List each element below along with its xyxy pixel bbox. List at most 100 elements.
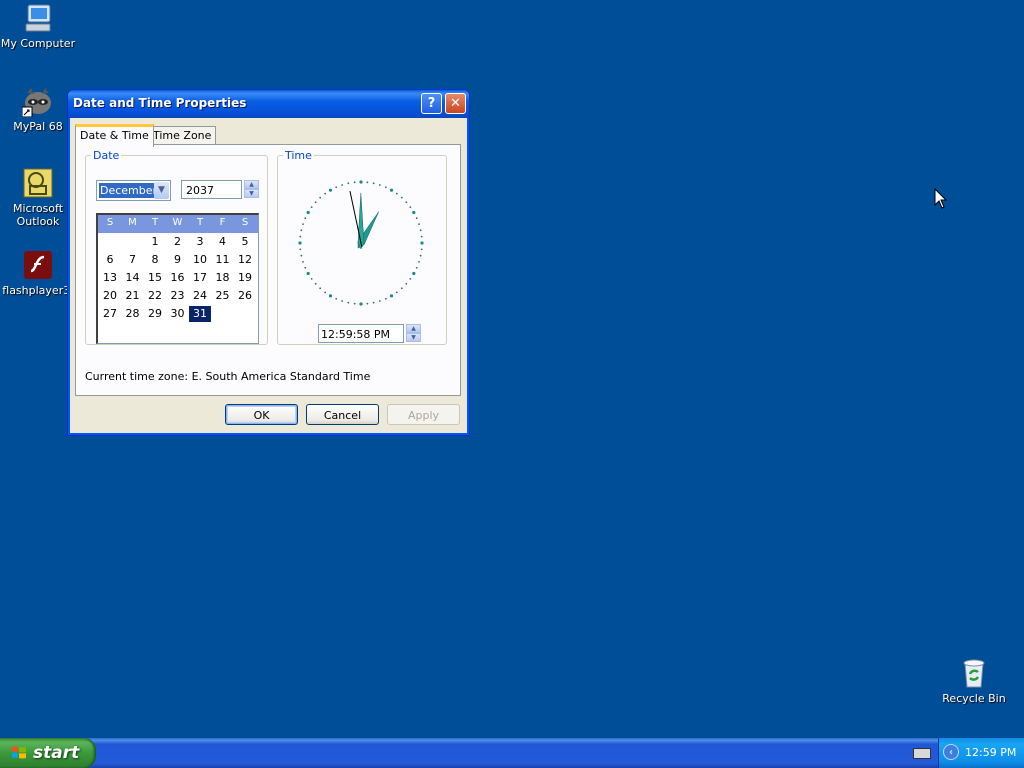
show-hidden-icons-icon[interactable]: ‹ — [943, 744, 959, 760]
keyboard-icon[interactable] — [913, 748, 931, 759]
analog-clock — [298, 180, 424, 306]
calendar-day[interactable]: 22 — [144, 288, 166, 304]
clock-minute-mark — [366, 302, 369, 305]
clock-minute-mark — [304, 266, 307, 269]
close-button[interactable]: ✕ — [445, 93, 466, 114]
calendar-day[interactable]: 5 — [234, 234, 256, 250]
clock-minute-mark — [319, 287, 322, 290]
clock-minute-mark — [395, 192, 398, 195]
year-spinner[interactable]: ▲ ▼ — [244, 180, 259, 199]
recycle-bin-icon — [958, 657, 990, 689]
desktop-icon-mypal[interactable]: MyPal 68 — [0, 85, 76, 133]
clock-minute-mark — [415, 217, 418, 220]
spin-down-icon[interactable]: ▼ — [244, 189, 259, 198]
clock-minute-mark — [405, 282, 408, 285]
calendar-day[interactable]: 1 — [144, 234, 166, 250]
calendar-day[interactable]: 8 — [144, 252, 166, 268]
apply-button[interactable]: Apply — [387, 404, 460, 425]
help-button[interactable]: ? — [421, 93, 442, 114]
calendar-day[interactable]: 11 — [212, 252, 234, 268]
desktop-icon-my-computer[interactable]: My Computer — [0, 2, 76, 50]
clock-hour-mark — [306, 210, 310, 215]
title-bar[interactable]: Date and Time Properties ? ✕ — [68, 90, 469, 118]
month-dropdown[interactable]: December ▼ — [96, 180, 171, 201]
weekday-header: F — [219, 217, 226, 228]
clock-minute-mark — [314, 282, 317, 285]
weekday-header: M — [128, 217, 137, 228]
calendar-day[interactable]: 19 — [234, 270, 256, 286]
start-button[interactable]: start — [0, 738, 96, 768]
ok-button[interactable]: OK — [225, 404, 298, 425]
clock-minute-mark — [419, 254, 422, 257]
calendar-day-selected[interactable]: 31 — [189, 306, 211, 322]
calendar-day[interactable]: 18 — [212, 270, 234, 286]
clock-hour-mark — [359, 302, 363, 306]
clock-minute-mark — [310, 206, 313, 209]
desktop-icon-outlook[interactable]: Microsoft Outlook — [0, 167, 76, 228]
clock-minute-mark — [353, 181, 356, 184]
spin-up-icon[interactable]: ▲ — [244, 180, 259, 189]
clock-hour-mark — [420, 241, 424, 245]
clock-minute-mark — [395, 291, 398, 294]
calendar-day[interactable]: 4 — [212, 234, 234, 250]
clock-minute-mark — [378, 184, 381, 186]
calendar-day[interactable]: 9 — [167, 252, 189, 268]
calendar-day[interactable]: 29 — [144, 306, 166, 322]
clock-minute-mark — [319, 196, 322, 199]
tab-panel: Date December ▼ 2037 ▲ ▼ SMTWTFS 1234567… — [75, 144, 461, 396]
calendar-day[interactable]: 23 — [167, 288, 189, 304]
clock-minute-mark — [299, 235, 302, 238]
tab-date-time[interactable]: Date & Time — [75, 124, 154, 147]
cancel-button[interactable]: Cancel — [306, 404, 379, 425]
calendar-day[interactable]: 25 — [212, 288, 234, 304]
calendar-day[interactable]: 17 — [189, 270, 211, 286]
calendar-day[interactable]: 20 — [99, 288, 121, 304]
calendar-day[interactable]: 2 — [167, 234, 189, 250]
desktop-icon-flashplayer[interactable]: flashplayer3. — [0, 249, 76, 297]
clock-minute-mark — [418, 260, 420, 263]
clock-hour-mark — [298, 241, 302, 245]
clock-minute-mark — [324, 192, 327, 195]
calendar-day[interactable]: 12 — [234, 252, 256, 268]
year-field[interactable]: 2037 — [181, 180, 242, 199]
calendar-day[interactable]: 15 — [144, 270, 166, 286]
clock-minute-mark — [304, 217, 307, 220]
spin-up-icon[interactable]: ▲ — [406, 324, 421, 333]
clock-minute-mark — [366, 181, 369, 184]
calendar-day[interactable]: 13 — [99, 270, 121, 286]
clock-minute-mark — [302, 260, 304, 263]
clock-minute-mark — [372, 301, 375, 304]
clock-hour-mark — [412, 210, 416, 215]
calendar-day[interactable]: 21 — [122, 288, 144, 304]
calendar-day[interactable]: 27 — [99, 306, 121, 322]
calendar-day[interactable]: 28 — [122, 306, 144, 322]
time-group: Time 12:59:58 PM ▲ ▼ — [277, 149, 447, 345]
clock-minute-mark — [415, 266, 418, 269]
clock-minute-mark — [335, 186, 338, 189]
calendar-day[interactable]: 14 — [122, 270, 144, 286]
calendar-day[interactable]: 26 — [234, 288, 256, 304]
calendar-day[interactable]: 3 — [189, 234, 211, 250]
clock-minute-mark — [335, 297, 338, 300]
calendar-day[interactable]: 6 — [99, 252, 121, 268]
clock-minute-mark — [341, 300, 344, 302]
windows-logo-icon — [12, 746, 26, 759]
calendar-day[interactable]: 16 — [167, 270, 189, 286]
calendar-day[interactable]: 10 — [189, 252, 211, 268]
time-field[interactable]: 12:59:58 PM — [318, 324, 404, 343]
calendar-day[interactable]: 7 — [122, 252, 144, 268]
calendar-day[interactable]: 24 — [189, 288, 211, 304]
weekday-header: T — [151, 217, 159, 228]
chevron-down-icon[interactable]: ▼ — [154, 182, 169, 199]
clock-hour-mark — [328, 294, 333, 298]
date-group-legend: Date — [93, 149, 120, 162]
spin-down-icon[interactable]: ▼ — [406, 333, 421, 342]
window-title: Date and Time Properties — [73, 96, 247, 110]
calendar-weekday-header: SMTWTFS — [98, 215, 258, 233]
desktop-icon-recycle-bin[interactable]: Recycle Bin — [936, 657, 1012, 705]
clock-minute-mark — [378, 300, 381, 302]
taskbar-clock[interactable]: 12:59 PM — [965, 746, 1016, 759]
time-spinner[interactable]: ▲ ▼ — [406, 324, 421, 343]
tab-time-zone[interactable]: Time Zone — [148, 126, 217, 144]
calendar-day[interactable]: 30 — [167, 306, 189, 322]
